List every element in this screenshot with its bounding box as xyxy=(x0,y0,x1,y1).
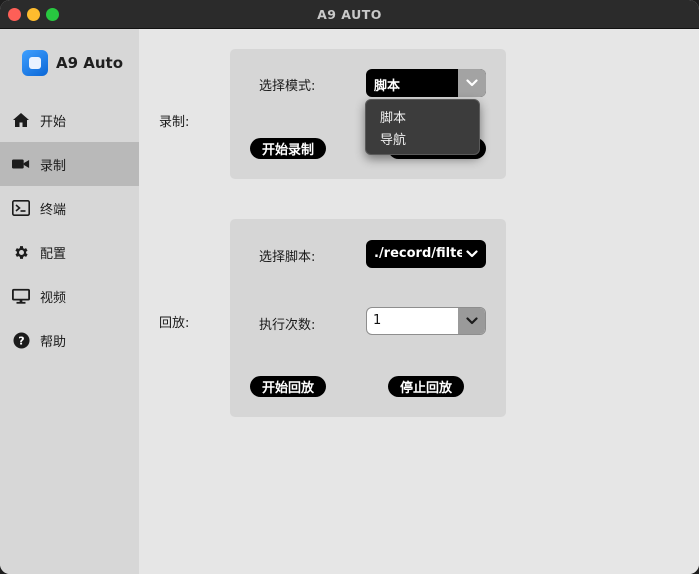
script-label: 选择脚本: xyxy=(259,250,316,265)
monitor-icon xyxy=(12,287,30,305)
mode-dropdown-menu: 脚本 导航 xyxy=(365,99,480,155)
count-combobox[interactable]: 1 xyxy=(366,307,486,335)
count-label: 执行次数: xyxy=(259,318,316,333)
gear-icon xyxy=(12,243,30,261)
sidebar-item-video[interactable]: 视频 xyxy=(0,274,139,318)
chevron-down-icon[interactable] xyxy=(458,69,486,97)
sidebar-item-record[interactable]: 录制 xyxy=(0,142,139,186)
mode-option-script[interactable]: 脚本 xyxy=(380,107,406,126)
playback-panel: 选择脚本: ./record/filtered 执行次数: 1 开始回放 停止回… xyxy=(230,219,506,417)
script-select-value: ./record/filtered xyxy=(374,246,462,261)
record-section-label: 录制: xyxy=(159,115,190,130)
sidebar-item-label: 终端 xyxy=(40,202,67,218)
mode-option-navigation[interactable]: 导航 xyxy=(380,129,406,148)
count-value[interactable]: 1 xyxy=(373,313,381,328)
help-icon: ? xyxy=(12,331,30,349)
window-title: A9 AUTO xyxy=(317,7,382,22)
script-select[interactable]: ./record/filtered xyxy=(366,240,486,268)
sidebar-item-label: 开始 xyxy=(40,114,67,130)
mode-label: 选择模式: xyxy=(259,79,316,94)
start-playback-button[interactable]: 开始回放 xyxy=(250,376,326,397)
app-window: A9 AUTO A9 Auto 开始 录制 终端 配置 视频 ? 帮助 录制: … xyxy=(0,0,699,574)
mode-select-value: 脚本 xyxy=(374,79,401,94)
home-icon xyxy=(12,111,30,129)
sidebar-item-label: 视频 xyxy=(40,290,67,306)
svg-text:?: ? xyxy=(18,334,24,347)
sidebar-item-terminal[interactable]: 终端 xyxy=(0,186,139,230)
chevron-down-icon[interactable] xyxy=(458,240,486,268)
title-bar: A9 AUTO xyxy=(0,0,699,29)
sidebar-item-config[interactable]: 配置 xyxy=(0,230,139,274)
start-record-button[interactable]: 开始录制 xyxy=(250,138,326,159)
sidebar-item-label: 帮助 xyxy=(40,334,67,350)
sidebar-item-label: 录制 xyxy=(40,158,67,174)
playback-section-label: 回放: xyxy=(159,316,190,331)
sidebar-item-help[interactable]: ? 帮助 xyxy=(0,318,139,362)
app-logo-icon xyxy=(22,50,48,76)
sidebar-item-start[interactable]: 开始 xyxy=(0,98,139,142)
video-camera-icon xyxy=(12,155,30,173)
sidebar-nav: 开始 录制 终端 配置 视频 ? 帮助 xyxy=(0,98,139,362)
main-content: 录制: 选择模式: 脚本 开始录制 回放: 选择脚本: ./record/fil… xyxy=(139,29,699,574)
sidebar: A9 Auto 开始 录制 终端 配置 视频 ? 帮助 xyxy=(0,29,139,574)
mode-select[interactable]: 脚本 xyxy=(366,69,486,97)
terminal-icon xyxy=(12,199,30,217)
brand-name: A9 Auto xyxy=(56,54,124,72)
chevron-down-icon[interactable] xyxy=(458,308,485,334)
sidebar-item-label: 配置 xyxy=(40,246,67,262)
stop-playback-button[interactable]: 停止回放 xyxy=(388,376,464,397)
brand: A9 Auto xyxy=(22,50,123,76)
